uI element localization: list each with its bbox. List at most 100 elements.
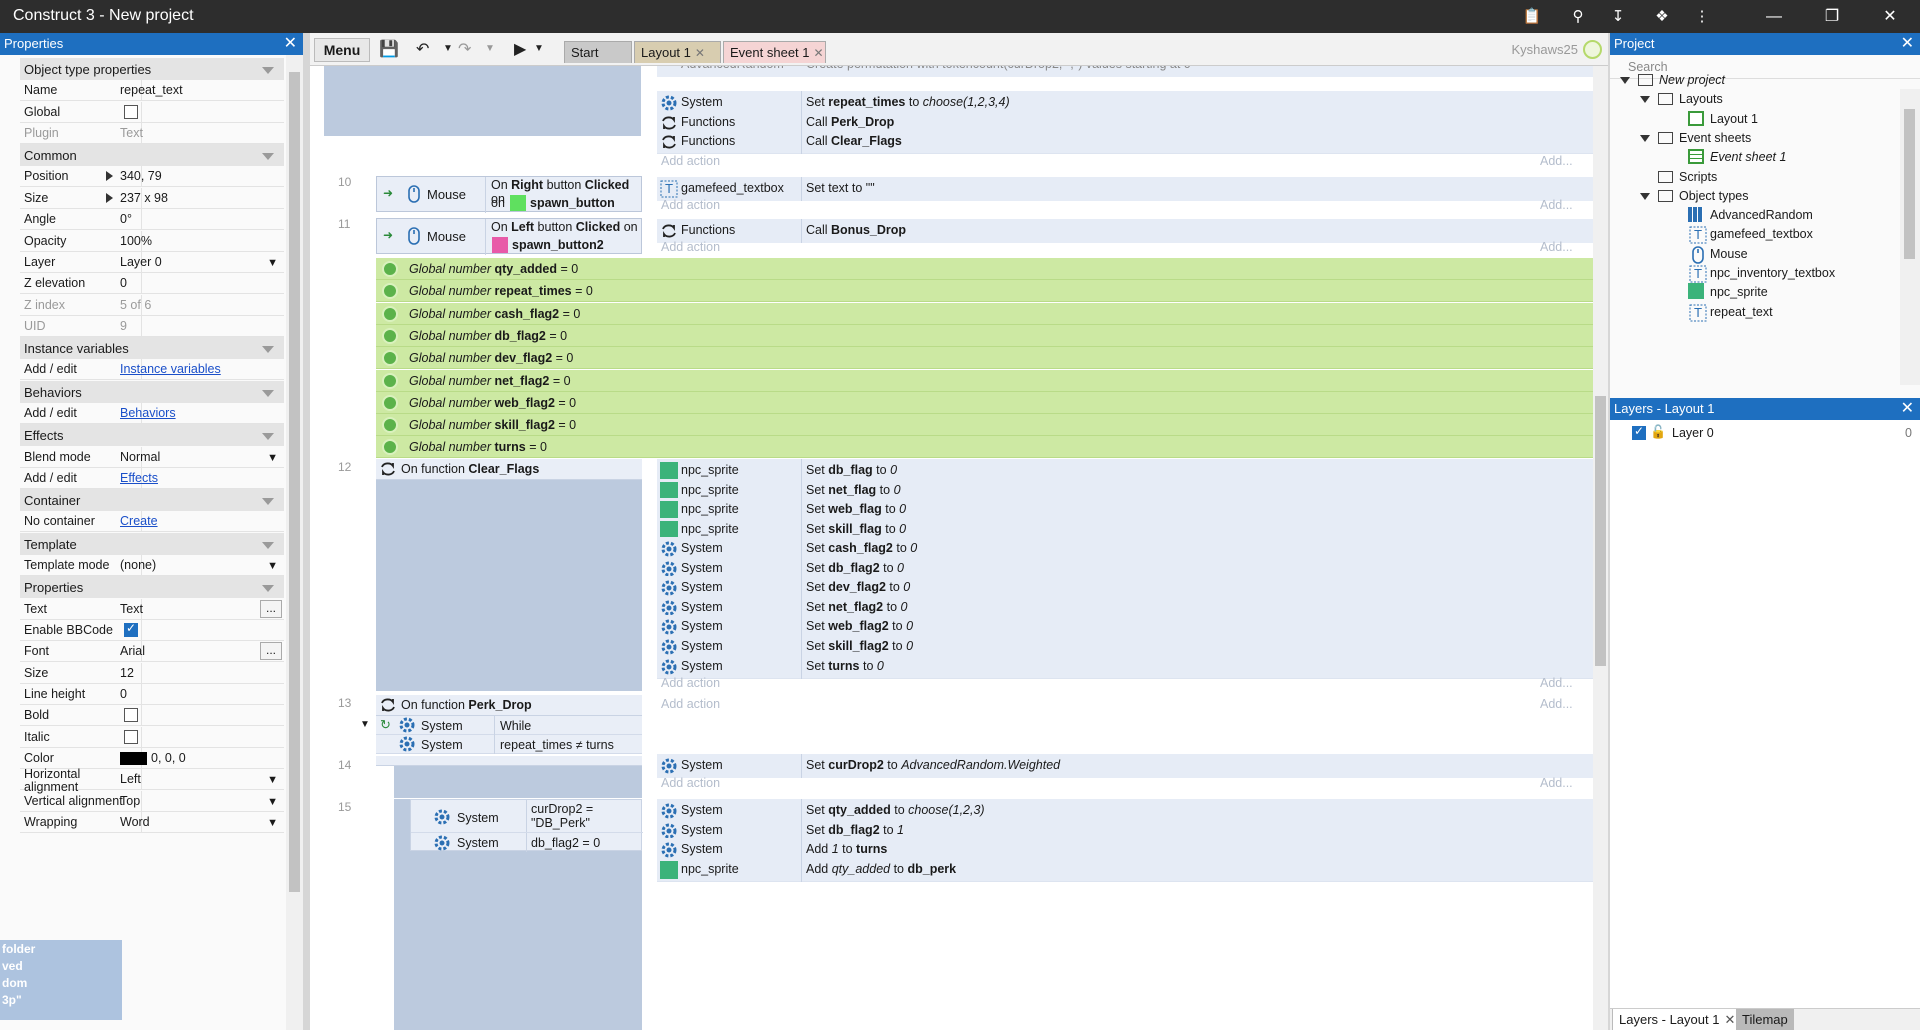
expand-arrow-icon[interactable] — [1640, 192, 1650, 200]
add-action-link[interactable]: Add action — [661, 697, 720, 711]
property-value[interactable]: 5 of 6 — [120, 298, 151, 312]
play-icon[interactable]: ▶ — [514, 39, 526, 59]
expand-arrow-icon[interactable] — [1640, 134, 1650, 142]
add-more-link[interactable]: Add... — [1540, 697, 1573, 711]
more-options-icon[interactable]: ⋮ — [1691, 6, 1713, 28]
event-condition-block[interactable]: ➜ Mouse On Right button Clicked on on spawn_… — [376, 176, 642, 213]
layer-row[interactable]: 🔓 Layer 0 0 — [1610, 422, 1920, 444]
property-value[interactable]: 9 — [120, 319, 127, 333]
property-checkbox[interactable] — [124, 621, 138, 637]
global-variable-row[interactable]: Global number cash_flag2 = 0 — [376, 302, 1593, 325]
menu-button[interactable]: Menu — [314, 38, 370, 62]
expand-arrow-icon[interactable] — [106, 192, 113, 203]
condition-row[interactable]: System db_flag2 = 0 — [411, 832, 643, 852]
close-tab-icon[interactable]: ✕ — [814, 46, 824, 60]
property-value[interactable]: 237 x 98 — [120, 191, 168, 205]
close-tab-icon[interactable]: ✕ — [1724, 1012, 1735, 1027]
property-section[interactable]: Object type properties — [20, 58, 284, 80]
property-section[interactable]: Effects — [20, 424, 284, 447]
action-row[interactable]: System Set curDrop2 to AdvancedRandom.Wei… — [657, 754, 1593, 778]
property-section[interactable]: Container — [20, 489, 284, 512]
property-value[interactable]: Arial — [120, 644, 145, 658]
chevron-down-icon[interactable]: ▼ — [267, 560, 278, 572]
add-more-link[interactable]: Add... — [1540, 240, 1573, 254]
collapse-triangle-icon[interactable]: ▼ — [360, 719, 370, 730]
property-section[interactable]: Common — [20, 144, 284, 167]
action-row[interactable]: npc_sprite Add qty_added to db_perk — [657, 857, 1593, 882]
collapse-arrow-icon[interactable] — [262, 389, 274, 397]
collapse-arrow-icon[interactable] — [262, 585, 274, 593]
condition-row[interactable]: ↻ System While — [376, 716, 642, 735]
document-tab[interactable]: Layout 1 ✕ — [634, 41, 721, 63]
add-action-link[interactable]: Add action — [661, 776, 720, 790]
minimize-button[interactable]: — — [1747, 0, 1801, 33]
property-value[interactable]: Word — [120, 815, 150, 829]
add-more-link[interactable]: Add... — [1540, 154, 1573, 168]
property-value[interactable]: Top — [120, 794, 140, 808]
add-more-link[interactable]: Add... — [1540, 198, 1573, 212]
property-value[interactable]: 340, 79 — [120, 169, 162, 183]
close-icon[interactable]: ✕ — [284, 33, 297, 55]
property-value[interactable]: 100% — [120, 234, 152, 248]
property-section[interactable]: Instance variables — [20, 337, 284, 360]
document-tab[interactable]: Start page✕ — [564, 41, 632, 81]
expand-arrow-icon[interactable] — [1640, 96, 1650, 104]
add-action-link[interactable]: Add action — [661, 676, 720, 690]
chevron-down-icon[interactable]: ▼ — [267, 452, 278, 464]
clipboard-icon[interactable]: 📋 — [1521, 6, 1543, 28]
condition-row[interactable]: System repeat_times ≠ turns — [376, 735, 642, 754]
add-more-link[interactable]: Add... — [1540, 776, 1573, 790]
property-checkbox[interactable] — [124, 104, 138, 119]
global-variable-row[interactable]: Global number repeat_times = 0 — [376, 280, 1593, 303]
add-action-link[interactable]: Add action — [661, 240, 720, 254]
property-value[interactable]: Behaviors — [120, 406, 176, 420]
global-variable-row[interactable]: Global number db_flag2 = 0 — [376, 324, 1593, 347]
action-row[interactable]: Functions Call Clear_Flags — [657, 130, 1593, 154]
global-variable-row[interactable]: Global number web_flag2 = 0 — [376, 391, 1593, 414]
undo-icon[interactable]: ↶ — [416, 39, 429, 59]
collapse-arrow-icon[interactable] — [262, 541, 274, 549]
redo-icon[interactable]: ↷ — [458, 39, 471, 59]
property-section[interactable]: Behaviors — [20, 380, 284, 403]
property-value[interactable]: Text — [120, 602, 143, 616]
global-variable-row[interactable]: Global number qty_added = 0 — [376, 258, 1593, 280]
action-row[interactable]: Tgamefeed_textbox Set text to "" — [657, 177, 1593, 201]
chevron-down-icon[interactable]: ▼ — [267, 796, 278, 808]
download-icon[interactable]: ↧ — [1607, 6, 1629, 28]
property-value[interactable]: repeat_text — [120, 83, 183, 97]
username[interactable]: Kyshaws25 — [1512, 42, 1578, 57]
play-dropdown-icon[interactable]: ▼ — [534, 43, 544, 54]
global-variable-row[interactable]: Global number skill_flag2 = 0 — [376, 414, 1593, 437]
close-tab-icon[interactable]: ✕ — [695, 46, 705, 60]
event-condition-block[interactable]: ➜ Mouse On Left button Clicked on spawn_but… — [376, 218, 642, 255]
chevron-down-icon[interactable]: ▼ — [267, 257, 278, 269]
expand-arrow-icon[interactable] — [106, 171, 113, 182]
project-scrollbar[interactable] — [1900, 89, 1920, 385]
global-variable-row[interactable]: Global number dev_flag2 = 0 — [376, 347, 1593, 370]
chevron-down-icon[interactable]: ▼ — [267, 817, 278, 829]
collapse-arrow-icon[interactable] — [262, 67, 274, 74]
close-icon[interactable]: ✕ — [1901, 398, 1914, 420]
layer-visible-checkbox[interactable] — [1632, 424, 1646, 440]
property-value[interactable]: Normal — [120, 450, 160, 464]
document-tab[interactable]: Event sheet 1 ✕ — [723, 41, 826, 63]
property-value[interactable]: Effects — [120, 471, 158, 485]
action-row[interactable]: Functions Call Bonus_Drop — [657, 219, 1593, 243]
add-more-link[interactable]: Add... — [1540, 676, 1573, 690]
close-icon[interactable]: ✕ — [1901, 33, 1914, 55]
property-section[interactable]: Properties — [20, 576, 284, 599]
property-value[interactable]: Instance variables — [120, 362, 221, 376]
property-checkbox[interactable] — [124, 708, 138, 723]
function-header[interactable]: On function Perk_Drop — [376, 695, 642, 716]
collapse-arrow-icon[interactable] — [262, 153, 274, 161]
collapse-arrow-icon[interactable] — [262, 498, 274, 506]
save-icon[interactable]: 💾 — [379, 39, 399, 59]
addons-icon[interactable]: ❖ — [1651, 6, 1673, 28]
bottom-tab-layers[interactable]: Layers - Layout 1 ✕ — [1612, 1009, 1743, 1030]
color-swatch[interactable] — [120, 752, 147, 765]
add-action-link[interactable]: Add action — [661, 198, 720, 212]
bottom-tab-tilemap[interactable]: Tilemap — [1736, 1009, 1794, 1030]
property-value[interactable]: Layer 0 — [120, 255, 162, 269]
zoom-icon[interactable]: ⚲ — [1567, 6, 1589, 28]
function-header[interactable]: On function Clear_Flags — [376, 459, 642, 480]
